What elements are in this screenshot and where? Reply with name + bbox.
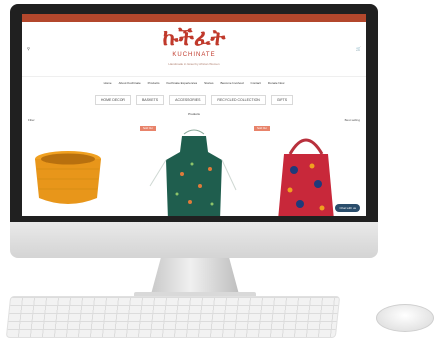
tote-bag-image[interactable]	[278, 138, 334, 216]
category-recycled[interactable]: RECYCLED COLLECTION	[211, 95, 266, 105]
nav-item-about[interactable]: About Kuchinate	[119, 81, 141, 85]
filter-bar: Filter Best selling	[22, 116, 366, 124]
top-bar	[22, 14, 366, 22]
nav-item-involved[interactable]: Become Involved	[221, 81, 244, 85]
cart-icon[interactable]: 🛒	[356, 46, 361, 51]
main-nav: Home About Kuchinate Products Kuchinate …	[22, 77, 366, 89]
category-buttons: HOME DECOR BASKETS ACCESSORIES RECYCLED …	[22, 95, 366, 105]
filter-button[interactable]: Filter	[28, 118, 35, 122]
category-accessories[interactable]: ACCESSORIES	[169, 95, 207, 105]
category-home-decor[interactable]: HOME DECOR	[94, 95, 131, 105]
nav-item-experiences[interactable]: Kuchinate Experiences	[166, 81, 197, 85]
nav-item-home[interactable]: Home	[104, 81, 112, 85]
monitor-chin	[10, 222, 378, 258]
chat-button[interactable]: Chat with us	[335, 204, 360, 212]
product-grid: Sold Out Sold Out Chat with us	[22, 124, 366, 216]
site-tagline: Handmade in Israel by African Women	[168, 62, 220, 66]
site-logo[interactable]: ኩችፈት	[22, 26, 366, 51]
mouse	[376, 304, 434, 332]
nav-item-stories[interactable]: Stories	[204, 81, 213, 85]
apron-image[interactable]	[149, 129, 237, 216]
nav-item-contact[interactable]: Contact	[251, 81, 261, 85]
nav-item-donate[interactable]: Donate Now	[268, 81, 285, 85]
category-baskets[interactable]: BASKETS	[135, 95, 165, 105]
basket-image[interactable]	[35, 151, 101, 204]
keyboard	[5, 296, 341, 338]
sort-select[interactable]: Best selling	[345, 118, 360, 122]
nav-item-products[interactable]: Products	[148, 81, 160, 85]
site-header: ⚲ ኩችፈት KUCHINATE Handmade in Israel by A…	[22, 22, 366, 77]
monitor-screen: ⚲ ኩችፈት KUCHINATE Handmade in Israel by A…	[22, 14, 366, 216]
product-images	[35, 129, 334, 216]
category-gifts[interactable]: GIFTS	[270, 95, 294, 105]
brand-name: KUCHINATE	[172, 52, 216, 58]
